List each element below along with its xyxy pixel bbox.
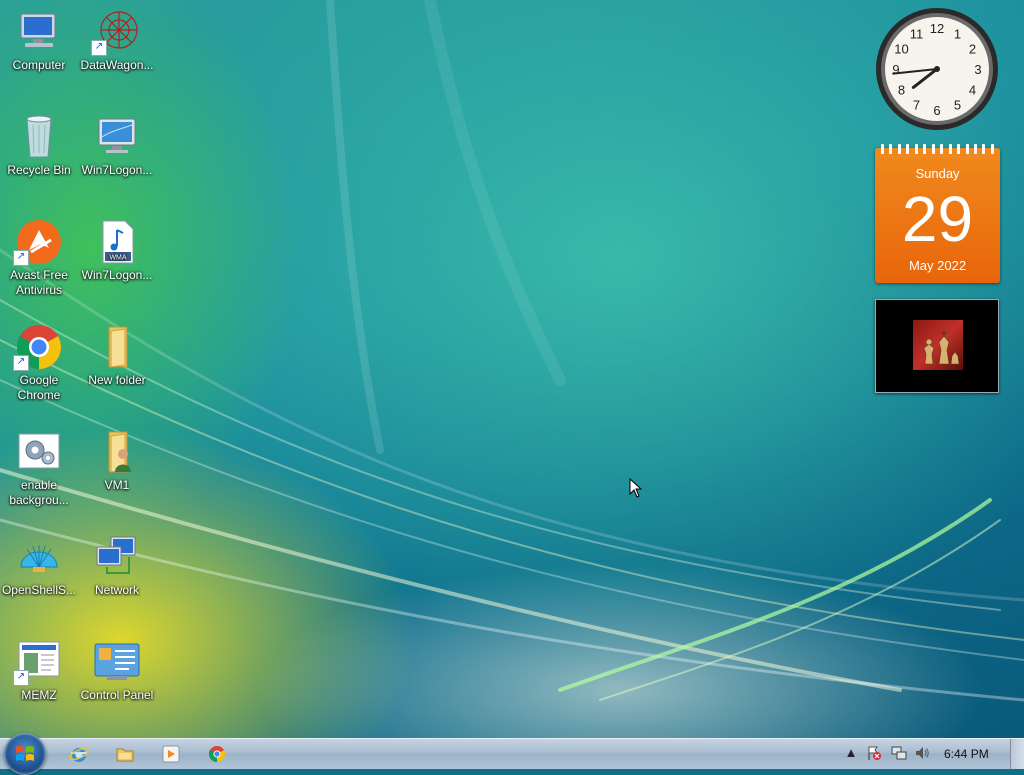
slideshow-gadget[interactable] (875, 299, 999, 393)
media-player-icon[interactable] (161, 744, 181, 764)
desktop-icon-label: New folder (88, 373, 146, 387)
desktop-icon-label: OpenShellS... (1, 583, 77, 597)
shortcut-arrow-icon: ↗ (91, 40, 107, 56)
computer-icon (15, 8, 63, 56)
shortcut-arrow-icon: ↗ (13, 250, 29, 266)
network-tray-icon[interactable] (891, 745, 907, 761)
clock-numeral: 9 (892, 62, 899, 77)
clock-numeral: 1 (954, 26, 961, 41)
desktop-icon-label: Control Panel (80, 688, 154, 702)
desktop-icon-label: Google Chrome (17, 373, 61, 402)
settings-file-icon (15, 428, 63, 476)
action-center-flag-icon[interactable] (866, 745, 882, 761)
windows-explorer-icon[interactable] (115, 744, 135, 764)
clock-face-icon: 1234567891011 12 (876, 8, 998, 130)
show-desktop-button[interactable] (1010, 739, 1024, 769)
clock-numeral: 2 (969, 42, 976, 57)
control-panel-icon (93, 638, 141, 686)
desktop-background[interactable]: Computer ↗ DataWagon... Recycle Bin Win7… (0, 0, 1024, 738)
internet-explorer-icon[interactable] (69, 744, 89, 764)
chrome-icon: ↗ (13, 323, 63, 371)
avast-icon: ↗ (13, 218, 63, 266)
datawagon-icon: ↗ (91, 8, 141, 56)
desktop-icon-label: Avast Free Antivirus (10, 268, 68, 297)
desktop-icon-chrome[interactable]: ↗ Google Chrome (0, 323, 78, 403)
calendar-day: 29 (901, 183, 974, 255)
calendar-rings (881, 144, 994, 154)
shortcut-arrow-icon: ↗ (13, 355, 29, 371)
desktop-icon-win7logon-2[interactable]: WMA Win7Logon... (78, 218, 156, 283)
chess-picture-icon (913, 320, 963, 370)
wma-file-icon: WMA (93, 218, 141, 266)
desktop-icon-network[interactable]: Network (78, 533, 156, 598)
recycle-bin-icon (15, 113, 63, 161)
desktop-icon-new-folder[interactable]: New folder (78, 323, 156, 388)
folder-icon (93, 323, 141, 371)
desktop-icon-label: MEMZ (21, 688, 57, 702)
taskbar: ▲ 6:44 PM (0, 733, 1024, 775)
clock-numeral: 8 (898, 83, 905, 98)
clock-numeral: 4 (969, 83, 976, 98)
desktop-icon-label: Win7Logon... (81, 163, 153, 177)
start-button[interactable] (4, 733, 46, 775)
desktop-icon-label: VM1 (104, 478, 130, 492)
svg-text:WMA: WMA (109, 255, 126, 262)
calendar-gadget[interactable]: Sunday 29 May 2022 (875, 144, 1000, 283)
desktop-icon-computer[interactable]: Computer (0, 8, 78, 73)
clock-numeral: 5 (954, 98, 961, 113)
desktop-icon-label: enable backgrou... (9, 478, 69, 507)
clock-numeral: 6 (933, 103, 940, 118)
desktop-icon-openshell[interactable]: OpenShellS... (0, 533, 78, 598)
clock-numeral: 12 (930, 21, 944, 36)
desktop-icon-vm1[interactable]: VM1 (78, 428, 156, 493)
desktop-icon-recycle-bin[interactable]: Recycle Bin (0, 113, 78, 178)
windows-logo-icon (16, 746, 34, 761)
clock-gadget[interactable]: 1 2 3 4 5 6 7 8 9 10 11 12 (874, 6, 1000, 132)
clock-numeral: 7 (913, 98, 920, 113)
calendar-month-year: May 2022 (908, 258, 967, 273)
desktop-icon-datawagon[interactable]: ↗ DataWagon... (78, 8, 156, 73)
desktop-icon-win7logon-1[interactable]: Win7Logon... (78, 113, 156, 178)
mouse-cursor-icon (629, 478, 643, 498)
shortcut-arrow-icon: ↗ (13, 670, 29, 686)
taskbar-clock[interactable]: 6:44 PM (944, 739, 989, 769)
user-folder-icon (93, 428, 141, 476)
desktop-icon-label: Computer (12, 58, 66, 72)
clock-numeral: 10 (894, 42, 908, 57)
volume-icon[interactable] (914, 745, 930, 761)
desktop-icon-label: DataWagon... (80, 58, 154, 72)
monitor-icon (93, 113, 141, 161)
desktop-icon-label: Win7Logon... (81, 268, 153, 282)
desktop-icon-label: Recycle Bin (7, 163, 71, 177)
network-icon (93, 533, 141, 581)
desktop-icon-avast[interactable]: ↗ Avast Free Antivirus (0, 218, 78, 298)
clock-numeral: 3 (974, 62, 981, 77)
clock-numeral: 11 (910, 26, 924, 41)
chrome-icon[interactable] (207, 744, 227, 764)
show-hidden-icons-icon[interactable]: ▲ (843, 745, 859, 761)
desktop-icon-label: Network (94, 583, 139, 597)
desktop-icon-enable-background[interactable]: enable backgrou... (0, 428, 78, 508)
calendar-weekday: Sunday (915, 166, 960, 181)
openshell-icon (15, 533, 63, 581)
desktop-icon-memz[interactable]: ↗ MEMZ (0, 638, 78, 703)
desktop-icon-control-panel[interactable]: Control Panel (78, 638, 156, 703)
memz-icon: ↗ (13, 638, 63, 686)
